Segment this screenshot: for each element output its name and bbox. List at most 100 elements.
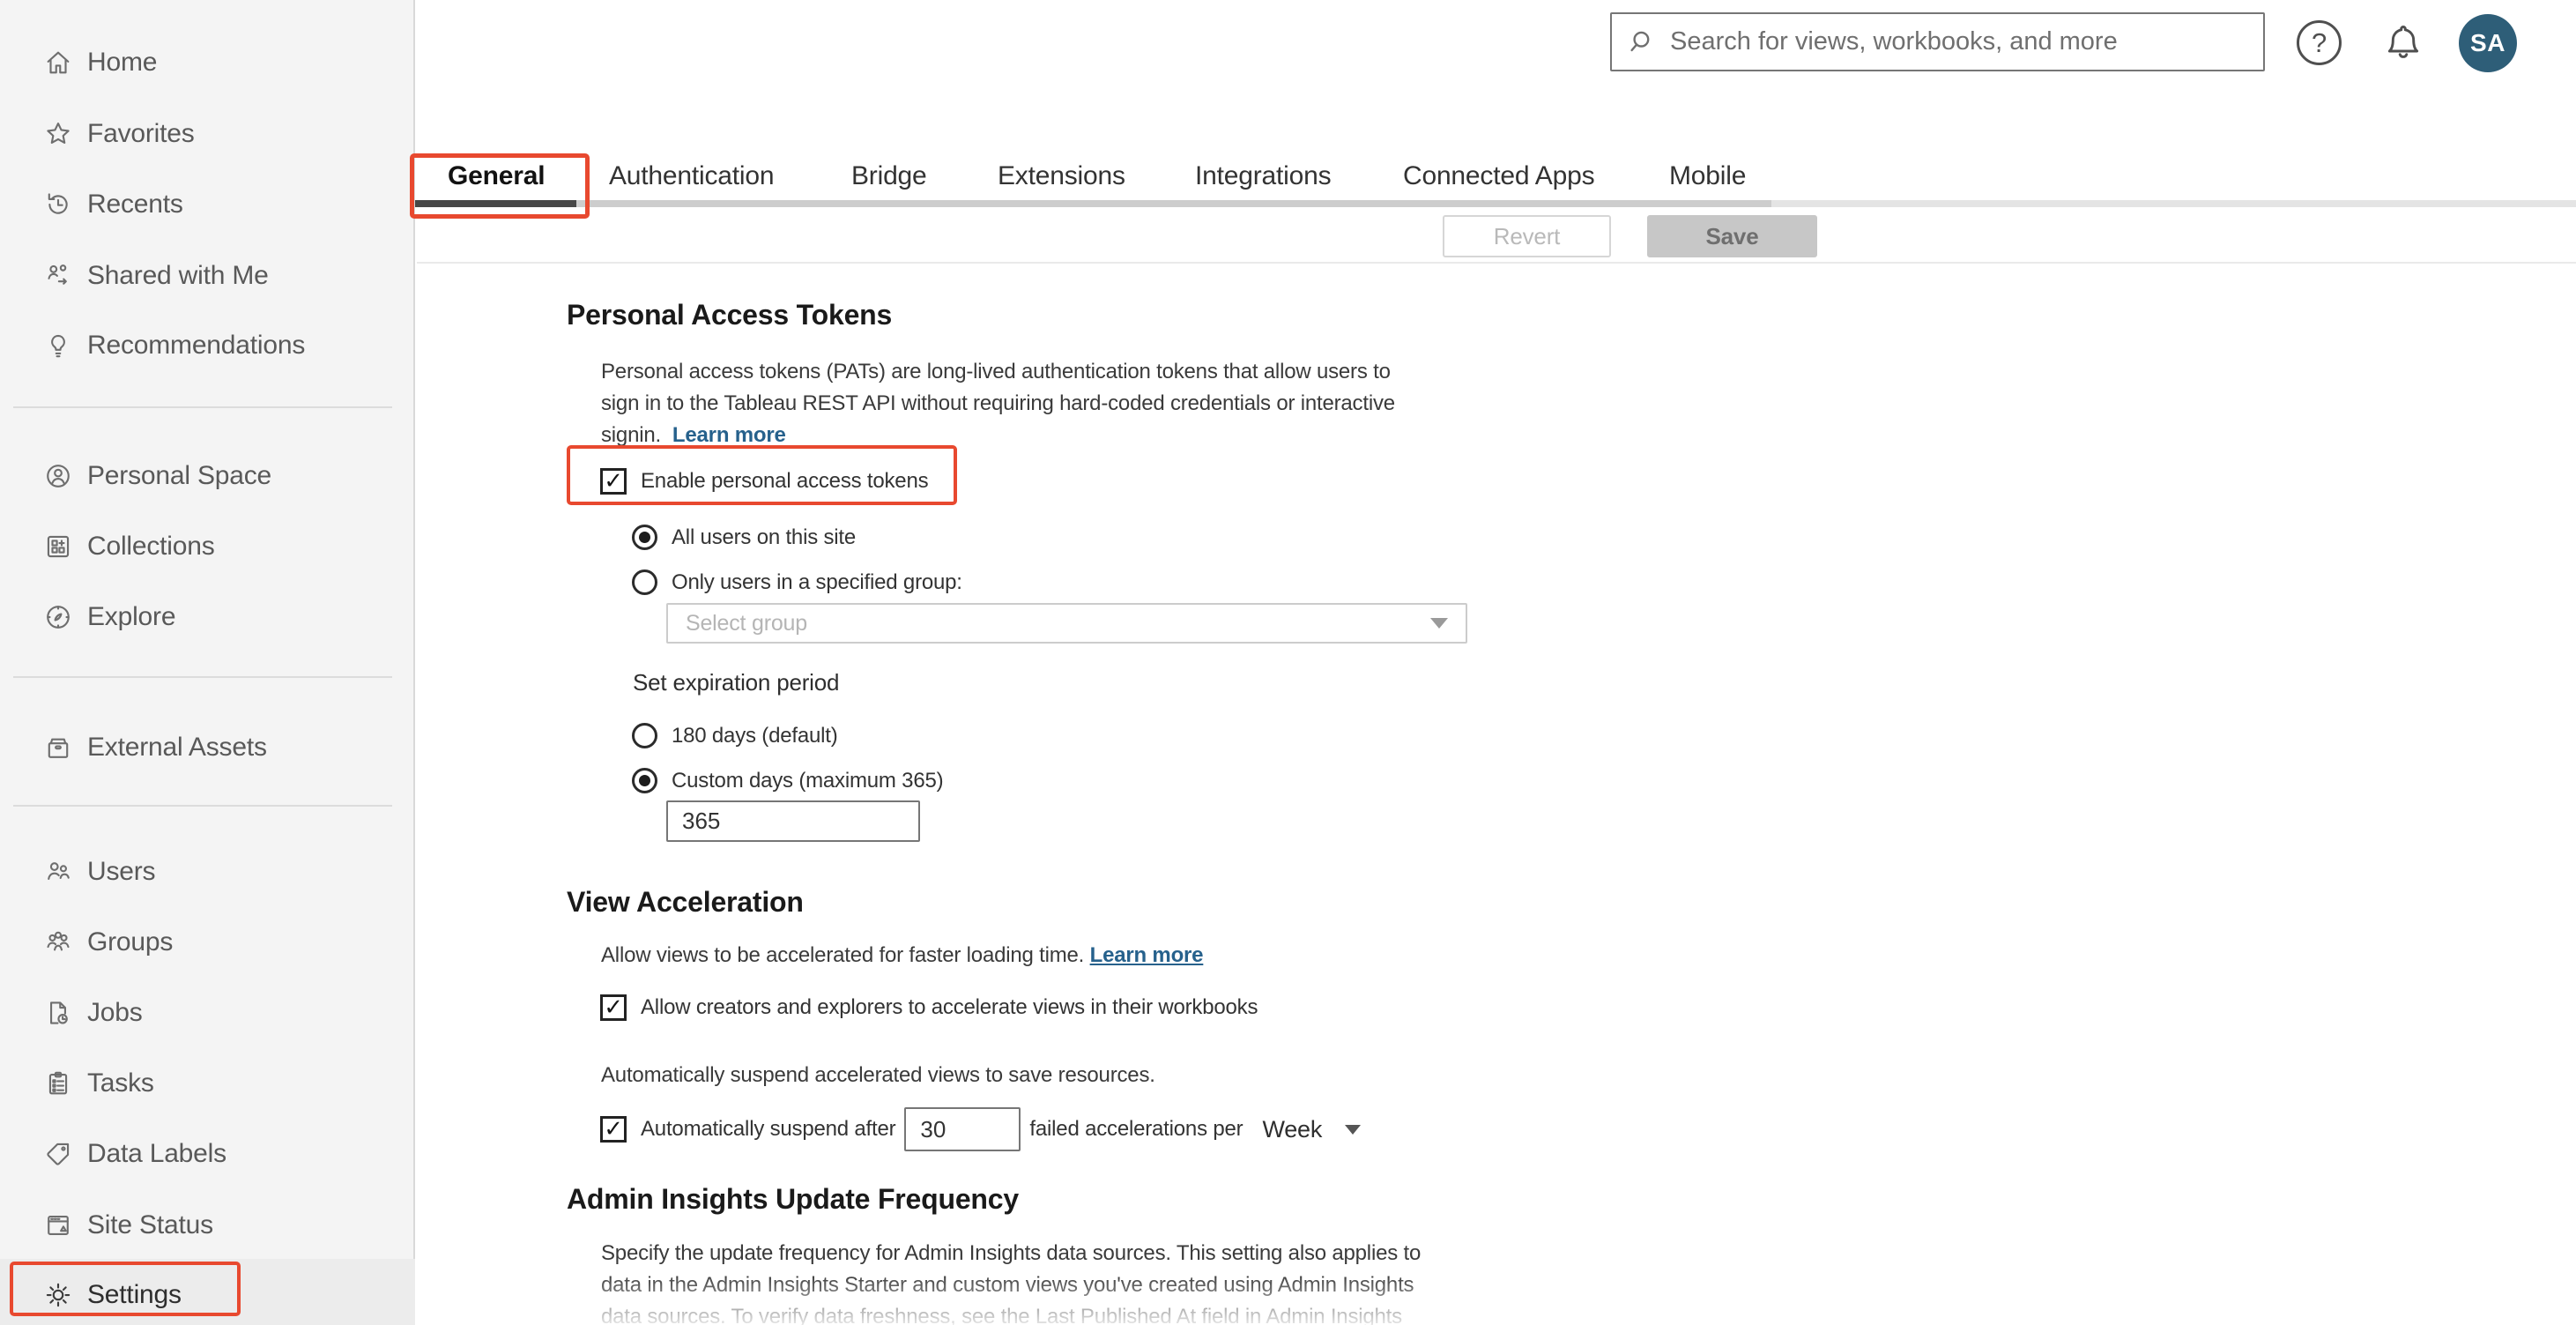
specified-group-radio[interactable]: [632, 569, 657, 595]
group-select-dropdown[interactable]: Select group: [666, 603, 1467, 644]
specified-group-label: Only users in a specified group:: [672, 569, 962, 594]
sidebar-item-label: Shared with Me: [87, 261, 269, 290]
tab-bridge[interactable]: Bridge: [851, 161, 927, 195]
save-button[interactable]: Save: [1647, 215, 1817, 257]
sidebar-item-favorites[interactable]: Favorites: [0, 113, 415, 155]
suspend-count-input[interactable]: [904, 1107, 1021, 1151]
expiration-custom-radio-row: Custom days (maximum 365): [632, 768, 944, 793]
tableau-site-settings-page: Home Favorites Recents Shared with Me Re…: [0, 0, 2576, 1325]
sidebar-item-label: External Assets: [87, 733, 267, 762]
toolbar-divider: [417, 262, 2576, 264]
expiration-180-label: 180 days (default): [672, 723, 838, 748]
groups-icon: [43, 927, 73, 957]
period-chevron-down-icon[interactable]: [1345, 1124, 1362, 1135]
enable-pat-row: Enable personal access tokens: [600, 468, 929, 495]
sidebar-item-tasks[interactable]: Tasks: [0, 1062, 415, 1105]
admin-insights-description: Specify the update frequency for Admin I…: [601, 1241, 1422, 1325]
sidebar-item-label: Favorites: [87, 119, 195, 148]
grid-plus-icon: [43, 532, 73, 562]
sidebar-item-label: Data Labels: [87, 1139, 226, 1168]
search-icon: [1630, 31, 1650, 51]
sidebar-item-label: Recents: [87, 190, 183, 219]
all-users-label: All users on this site: [672, 525, 857, 549]
sidebar-divider: [13, 406, 392, 408]
sidebar-item-label: Personal Space: [87, 461, 272, 490]
sidebar-item-label: Jobs: [87, 998, 143, 1027]
sidebar-item-label: Users: [87, 857, 156, 886]
view-acceleration-learn-more-link[interactable]: Learn more: [1090, 943, 1204, 967]
tab-mobile[interactable]: Mobile: [1669, 161, 1746, 195]
enable-pat-label: Enable personal access tokens: [641, 469, 929, 493]
active-tab-underline: [415, 200, 576, 207]
section-title-view-acceleration: View Acceleration: [567, 886, 804, 918]
user-avatar[interactable]: SA: [2459, 14, 2517, 72]
allow-acceleration-checkbox[interactable]: [600, 994, 627, 1021]
all-users-radio[interactable]: [632, 525, 657, 550]
tab-integrations[interactable]: Integrations: [1195, 161, 1332, 195]
sidebar-item-data-labels[interactable]: Data Labels: [0, 1133, 415, 1175]
archive-box-icon: [43, 733, 73, 763]
tab-general[interactable]: General: [448, 161, 546, 195]
enable-pat-checkbox[interactable]: [600, 468, 627, 495]
sidebar-item-collections[interactable]: Collections: [0, 525, 415, 568]
sidebar-item-label: Home: [87, 48, 158, 77]
search-input[interactable]: [1658, 15, 2263, 69]
expiration-180-radio-row: 180 days (default): [632, 723, 838, 748]
help-icon[interactable]: ?: [2297, 20, 2342, 65]
sidebar-item-external-assets[interactable]: External Assets: [0, 726, 415, 769]
sidebar-item-personal-space[interactable]: Personal Space: [0, 455, 415, 497]
home-icon: [43, 48, 73, 78]
tab-authentication[interactable]: Authentication: [609, 161, 775, 195]
sidebar-item-recents[interactable]: Recents: [0, 183, 415, 226]
custom-days-input[interactable]: [666, 800, 920, 842]
section-title-admin-insights: Admin Insights Update Frequency: [567, 1183, 1019, 1215]
sidebar-item-label: Groups: [87, 927, 174, 957]
sidebar-item-recommendations[interactable]: Recommendations: [0, 324, 415, 367]
revert-button[interactable]: Revert: [1443, 215, 1611, 257]
lightbulb-icon: [43, 331, 73, 361]
notifications-bell-icon[interactable]: [2381, 17, 2425, 68]
suspend-period-value[interactable]: Week: [1262, 1116, 1322, 1143]
expiration-custom-label: Custom days (maximum 365): [672, 768, 944, 793]
sidebar-divider: [13, 676, 392, 678]
pat-learn-more-link[interactable]: Learn more: [672, 423, 786, 447]
sidebar-item-explore[interactable]: Explore: [0, 596, 415, 638]
sidebar-item-home[interactable]: Home: [0, 41, 415, 84]
browser-warning-icon: [43, 1210, 73, 1240]
sidebar-item-label: Explore: [87, 602, 176, 631]
sidebar-item-users[interactable]: Users: [0, 851, 415, 893]
expiration-180-radio[interactable]: [632, 723, 657, 748]
section-title-personal-access-tokens: Personal Access Tokens: [567, 299, 893, 331]
sidebar-item-shared-with-me[interactable]: Shared with Me: [0, 255, 415, 297]
group-select-placeholder: Select group: [686, 610, 807, 636]
pat-description: Personal access tokens (PATs) are long-l…: [601, 360, 1395, 447]
tab-connected-apps[interactable]: Connected Apps: [1403, 161, 1595, 195]
page-clock-icon: [43, 998, 73, 1028]
expiration-period-label: Set expiration period: [633, 669, 840, 696]
suspend-suffix-label: failed accelerations per: [1029, 1117, 1243, 1141]
chevron-down-icon: [1430, 618, 1448, 629]
suspend-description: Automatically suspend accelerated views …: [601, 1063, 1155, 1087]
sidebar-item-groups[interactable]: Groups: [0, 921, 415, 964]
auto-suspend-checkbox[interactable]: [600, 1116, 627, 1143]
sidebar: Home Favorites Recents Shared with Me Re…: [0, 0, 415, 1325]
sidebar-item-jobs[interactable]: Jobs: [0, 992, 415, 1034]
view-acceleration-description: Allow views to be accelerated for faster…: [601, 943, 1204, 967]
shared-people-icon: [43, 261, 73, 291]
history-clock-icon: [43, 190, 73, 220]
sidebar-item-settings[interactable]: Settings: [0, 1274, 415, 1316]
person-circle-icon: [43, 461, 73, 491]
tab-underline-track: [417, 200, 1771, 207]
avatar-initials: SA: [2470, 29, 2505, 56]
sidebar-item-label: Collections: [87, 532, 215, 561]
tab-extensions[interactable]: Extensions: [998, 161, 1125, 195]
help-glyph: ?: [2311, 26, 2327, 58]
sidebar-item-site-status[interactable]: Site Status: [0, 1204, 415, 1247]
allow-acceleration-row: Allow creators and explorers to accelera…: [600, 994, 1258, 1021]
star-icon: [43, 119, 73, 149]
sidebar-item-label: Tasks: [87, 1068, 154, 1098]
allow-acceleration-label: Allow creators and explorers to accelera…: [641, 995, 1258, 1019]
global-search: [1610, 12, 2265, 71]
sidebar-item-label: Settings: [87, 1280, 182, 1309]
expiration-custom-radio[interactable]: [632, 768, 657, 793]
